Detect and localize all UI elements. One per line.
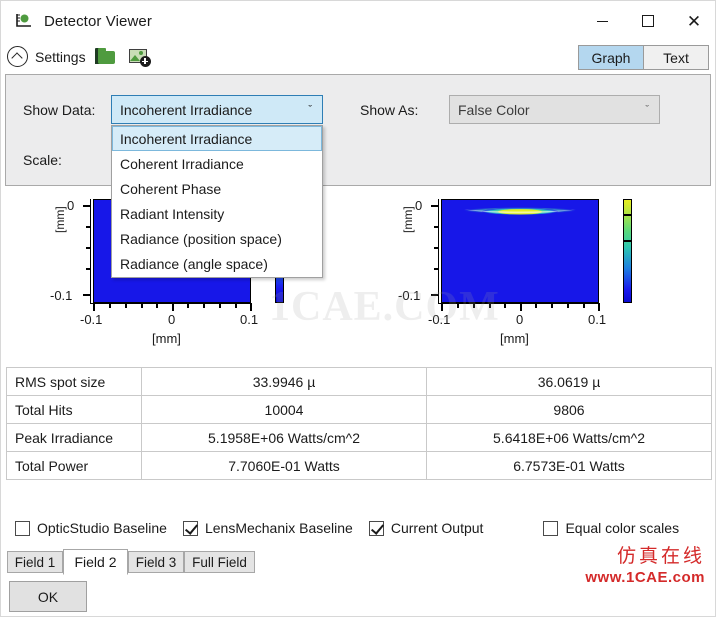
right-plot-xlabel: [mm] [500,331,529,346]
table-row: Total Power 7.7060E-01 Watts 6.7573E-01 … [6,451,712,480]
row-value-col2: 6.7573E-01 Watts [426,451,712,480]
tab-field-3[interactable]: Field 3 [128,551,184,573]
tab-field-2[interactable]: Field 2 [63,549,128,575]
row-value-col2: 5.6418E+06 Watts/cm^2 [426,423,712,452]
left-plot-ytick-0: 0 [67,198,75,213]
checkbox-label: Equal color scales [565,520,680,536]
row-label: Peak Irradiance [6,423,142,452]
checkbox-box[interactable] [15,520,30,536]
checkbox-opticstudio-baseline[interactable]: OpticStudio Baseline [15,520,167,536]
results-table: RMS spot size 33.9946 µ 36.0619 µ Total … [6,367,712,480]
open-folder-icon[interactable] [94,46,119,68]
close-button[interactable]: ✕ [671,1,715,41]
right-detector-plot: [mm] 0 -0.1 -0.1 0 0.1 [mm] [359,187,713,359]
right-plot-xtick-0: -0.1 [428,312,451,327]
tab-field-1[interactable]: Field 1 [7,551,63,573]
table-row: RMS spot size 33.9946 µ 36.0619 µ [6,367,712,396]
checkbox-box[interactable] [368,520,384,536]
view-mode-toggle: Graph Text [578,45,709,70]
left-plot-ylabel: [mm] [53,206,67,233]
detector-plot-icon [14,11,34,31]
row-value-col1: 5.1958E+06 Watts/cm^2 [141,423,427,452]
right-plot-xtick-1: 0 [516,312,524,327]
checkbox-box[interactable] [182,520,198,536]
show-data-value: Incoherent Irradiance [120,101,253,118]
chevron-down-icon: ˇ [645,104,649,116]
row-label: RMS spot size [6,367,142,396]
field-tab-strip: Field 1 Field 2 Field 3 Full Field [5,549,713,575]
right-plot-ytick-0: 0 [415,198,423,213]
show-as-value: False Color [458,101,530,118]
dropdown-option-coherent-irradiance[interactable]: Coherent Irradiance [112,151,322,176]
show-as-label: Show As: [360,102,419,118]
left-plot-xtick-1: 0 [168,312,176,327]
tab-text[interactable]: Text [643,46,708,69]
row-label: Total Power [6,451,142,480]
dropdown-option-radiance-angle-space[interactable]: Radiance (angle space) [112,251,322,276]
window-title: Detector Viewer [44,12,152,30]
right-plot-ytick-1: -0.1 [398,288,421,303]
right-plot-ylabel: [mm] [401,206,415,233]
left-plot-xlabel: [mm] [152,331,181,346]
checkbox-label: Current Output [390,520,484,536]
checkbox-label: OpticStudio Baseline [37,520,167,536]
right-plot-xtick-2: 0.1 [588,312,607,327]
dropdown-option-radiance-position-space[interactable]: Radiance (position space) [112,226,322,251]
checkbox-equal-color-scales[interactable]: Equal color scales [543,520,679,536]
show-as-combobox[interactable]: False Color ˇ [449,95,660,124]
tab-graph[interactable]: Graph [579,46,643,69]
row-value-col2: 9806 [426,395,712,424]
ok-button[interactable]: OK [9,581,87,612]
show-data-combobox[interactable]: Incoherent Irradiance ˇ [111,95,323,124]
dropdown-option-radiant-intensity[interactable]: Radiant Intensity [112,201,322,226]
row-value-col1: 7.7060E-01 Watts [141,451,427,480]
settings-toolbar: Settings Graph Text [1,41,715,72]
checkbox-lensmechanix-baseline[interactable]: LensMechanix Baseline [182,520,353,536]
minimize-button[interactable] [579,1,625,41]
table-row: Peak Irradiance 5.1958E+06 Watts/cm^2 5.… [6,423,712,452]
show-data-dropdown-list[interactable]: Incoherent Irradiance Coherent Irradianc… [111,125,323,278]
display-options-row: OpticStudio Baseline LensMechanix Baseli… [5,513,713,543]
chevron-up-circle-icon[interactable] [7,46,28,67]
maximize-button[interactable] [625,1,671,41]
chevron-down-icon: ˇ [308,104,312,116]
row-value-col2: 36.0619 µ [426,367,712,396]
tab-full-field[interactable]: Full Field [184,551,255,573]
left-plot-xtick-0: -0.1 [80,312,103,327]
dropdown-option-incoherent-irradiance[interactable]: Incoherent Irradiance [112,126,322,151]
row-value-col1: 10004 [141,395,427,424]
window-controls: ✕ [579,1,715,41]
left-plot-xtick-2: 0.1 [240,312,259,327]
right-plot-canvas [441,199,599,303]
checkbox-label: LensMechanix Baseline [204,520,353,536]
checkbox-box[interactable] [543,520,559,536]
left-plot-ytick-1: -0.1 [50,288,73,303]
right-plot-colorbar [623,199,632,303]
table-row: Total Hits 10004 9806 [6,395,712,424]
detector-viewer-window: Detector Viewer ✕ Settings Graph Text Sh… [0,0,716,617]
checkbox-current-output[interactable]: Current Output [368,520,484,536]
dropdown-option-coherent-phase[interactable]: Coherent Phase [112,176,322,201]
row-value-col1: 33.9946 µ [141,367,427,396]
show-data-label: Show Data: [23,102,96,118]
title-bar: Detector Viewer ✕ [1,1,715,41]
settings-label: Settings [35,48,86,65]
row-label: Total Hits [6,395,142,424]
scale-label: Scale: [23,152,62,168]
add-image-icon[interactable] [128,46,152,68]
